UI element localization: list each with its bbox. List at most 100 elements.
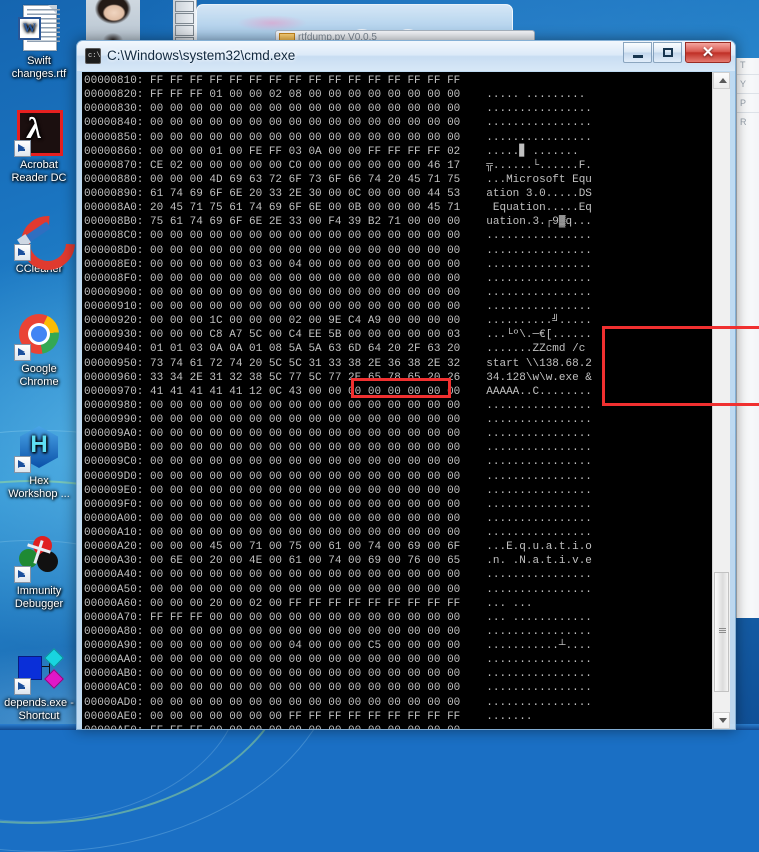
- hexdump-row: 00000AF0: FF FF FF 00 00 00 00 00 00 00 …: [84, 724, 712, 729]
- desktop-icon-acrobat-reader-dc[interactable]: λ Acrobat Reader DC: [0, 108, 78, 184]
- desktop-icon-hex-workshop[interactable]: H Hex Workshop ...: [0, 424, 78, 500]
- hexdump-row: 000008F0: 00 00 00 00 00 00 00 00 00 00 …: [84, 272, 712, 286]
- hexdump-offset: 000008D0:: [84, 244, 151, 257]
- hexdump-ascii: ................: [486, 625, 592, 638]
- hexdump-offset: 00000860:: [84, 145, 151, 158]
- cmd-window[interactable]: c:\ C:\Windows\system32\cmd.exe ✕ 000008…: [76, 40, 759, 730]
- hexdump-bytes: 00 00 00 00 00 00 00 00 00 00 00 00 00 0…: [150, 527, 461, 539]
- chrome-icon: [14, 312, 63, 361]
- hexdump-bytes: 00 00 00 45 00 71 00 75 00 61 00 74 00 6…: [150, 541, 461, 554]
- hexdump-offset: 00000AE0:: [84, 710, 151, 723]
- hexdump-offset: 000009A0:: [84, 428, 151, 441]
- hexdump-row: 00000A70: FF FF FF 00 00 00 00 00 00 00 …: [84, 611, 712, 625]
- hexdump-offset: 000008A0:: [84, 202, 151, 215]
- hexdump-ascii: ................: [486, 456, 592, 469]
- console-scrollbar[interactable]: [712, 72, 730, 729]
- hexdump-ascii: ................: [486, 286, 592, 299]
- hexdump-row: 00000890: 61 74 69 6F 6E 20 33 2E 30 00 …: [84, 187, 712, 201]
- hexdump-bytes: FF FF FF 00 00 00 00 00 00 00 00 00 00 0…: [150, 611, 461, 624]
- hexdump-bytes: 00 00 00 00 00 00 00 00 00 00 00 00 00 0…: [150, 230, 461, 243]
- hexdump-bytes: 00 00 00 00 00 00 00 00 00 00 00 00 00 0…: [150, 470, 461, 483]
- hexdump-offset: 000008B0:: [84, 216, 151, 229]
- hexdump-bytes: 00 00 00 00 00 00 00 00 00 00 00 00 00 0…: [150, 668, 461, 681]
- hexdump-bytes: 00 00 00 00 00 00 00 00 00 00 00 00 00 0…: [150, 286, 461, 299]
- hexdump-row: 00000AA0: 00 00 00 00 00 00 00 00 00 00 …: [84, 653, 712, 667]
- hexdump-bytes: 00 00 00 C8 A7 5C 00 C4 EE 5B 00 00 00 0…: [150, 329, 461, 342]
- hexdump-row: 00000A60: 00 00 00 20 00 02 00 FF FF FF …: [84, 597, 712, 611]
- desktop-icon-google-chrome[interactable]: Google Chrome: [0, 312, 78, 388]
- hexdump-row: 00000830: 00 00 00 00 00 00 00 00 00 00 …: [84, 102, 712, 116]
- hexdump-bytes: 00 00 00 4D 69 63 72 6F 73 6F 66 74 20 4…: [150, 173, 461, 186]
- hexdump-ascii: ................: [486, 103, 592, 116]
- desktop-icon-depends-exe[interactable]: depends.exe - Shortcut: [0, 646, 78, 722]
- hexdump-ascii: .n. .N.a.t.i.v.e: [486, 555, 592, 568]
- hexdump-row: 00000910: 00 00 00 00 00 00 00 00 00 00 …: [84, 300, 712, 314]
- hexdump-ascii: ................: [486, 414, 592, 426]
- hexdump-bytes: FF FF FF 00 00 00 00 00 00 00 00 00 00 0…: [150, 725, 460, 729]
- hexdump-ascii: ...E.q.u.a.t.i.o: [486, 541, 592, 554]
- cmd-window-title: C:\Windows\system32\cmd.exe: [107, 48, 296, 63]
- shortcut-overlay-icon: [14, 140, 31, 157]
- hexdump-offset: 00000A20:: [84, 541, 151, 554]
- shortcut-overlay-icon: [14, 456, 31, 473]
- hexdump-ascii: ................: [486, 131, 592, 144]
- hexdump-row: 00000950: 73 74 61 72 74 20 5C 5C 31 33 …: [84, 357, 712, 371]
- desktop-icon-swift-changes-rtf[interactable]: W Swift changes.rtf: [0, 4, 78, 80]
- maximize-button[interactable]: [653, 42, 682, 63]
- hexdump-row: 00000810: FF FF FF FF FF FF FF FF FF FF …: [84, 74, 712, 88]
- hexdump-bytes: 00 00 00 00 00 00 00 00 00 00 00 00 00 0…: [150, 244, 461, 257]
- chevron-up-icon: [719, 78, 727, 83]
- hexdump-offset: 00000970:: [84, 385, 151, 398]
- hexdump-row: 00000AE0: 00 00 00 00 00 00 00 FF FF FF …: [84, 710, 712, 724]
- hexdump-bytes: 00 00 00 00 00 00 00 00 00 00 00 00 00 0…: [150, 654, 461, 667]
- hexdump-bytes: 00 00 00 00 00 00 00 00 00 00 00 00 00 0…: [150, 484, 461, 497]
- hexdump-row: 00000860: 00 00 00 01 00 FE FF 03 0A 00 …: [84, 145, 712, 159]
- hexdump-bytes: 75 61 74 69 6F 6E 2E 33 00 F4 39 B2 71 0…: [150, 216, 461, 229]
- hexdump-row: 00000870: CE 02 00 00 00 00 00 C0 00 00 …: [84, 159, 712, 173]
- hexdump-row: 000008C0: 00 00 00 00 00 00 00 00 00 00 …: [84, 229, 712, 243]
- hexdump-ascii: ................: [486, 442, 592, 455]
- shortcut-overlay-icon: [14, 344, 31, 361]
- desktop-icon-ccleaner[interactable]: CCleaner: [0, 204, 87, 282]
- ccleaner-icon: [9, 204, 87, 282]
- scroll-down-button[interactable]: [713, 712, 730, 729]
- hexdump-offset: 00000950:: [84, 357, 151, 370]
- hexdump-offset: 00000880:: [84, 173, 151, 186]
- scroll-up-button[interactable]: [713, 72, 730, 89]
- scrollbar-thumb[interactable]: [714, 572, 729, 692]
- hexdump-offset: 00000A30:: [84, 555, 151, 568]
- cmd-titlebar[interactable]: c:\ C:\Windows\system32\cmd.exe ✕: [77, 41, 735, 71]
- hexdump-ascii: Equation.....Eq: [486, 202, 592, 215]
- desktop-icon-label: Google Chrome: [19, 363, 59, 388]
- hexdump-ascii: ...Microsoft Equ: [486, 173, 592, 186]
- hexdump-offset: 00000990:: [84, 414, 151, 426]
- hexdump-bytes: 00 00 00 00 00 00 00 00 00 00 00 00 00 0…: [150, 103, 461, 116]
- hexdump-offset: 00000980:: [84, 399, 151, 412]
- hexdump-ascii: ... ............: [486, 725, 592, 729]
- hexdump-bytes: 00 00 00 00 00 00 00 00 00 00 00 00 00 0…: [150, 399, 461, 412]
- hexdump-offset: 00000920:: [84, 315, 151, 328]
- hexdump-ascii: start \\138.68.2: [486, 357, 592, 370]
- background-right-panel: T Y P R: [736, 58, 759, 618]
- hexdump-offset: 00000890:: [84, 188, 151, 200]
- hexdump-bytes: 33 34 2E 31 32 38 5C 77 5C 77 2E 65 78 6…: [150, 371, 461, 384]
- hexdump-offset: 000009F0:: [84, 498, 151, 511]
- hexdump-offset: 00000A50:: [84, 583, 151, 596]
- hexdump-bytes: 00 00 00 1C 00 00 00 02 00 9E C4 A9 00 0…: [150, 315, 461, 328]
- hexdump-row: 00000A90: 00 00 00 00 00 00 00 04 00 00 …: [84, 639, 712, 653]
- hexdump-row: 00000A40: 00 00 00 00 00 00 00 00 00 00 …: [84, 568, 712, 582]
- hexdump-ascii: AAAAA..C........: [486, 385, 592, 398]
- hexdump-row: 00000A20: 00 00 00 45 00 71 00 75 00 61 …: [84, 540, 712, 554]
- desktop-icon-immunity-debugger[interactable]: Immunity Debugger: [0, 534, 78, 610]
- hexdump-bytes: 00 00 00 00 00 00 00 00 00 00 00 00 00 0…: [150, 625, 461, 638]
- minimize-button[interactable]: [623, 42, 652, 63]
- hexdump-bytes: 61 74 69 6F 6E 20 33 2E 30 00 0C 00 00 0…: [150, 188, 461, 200]
- close-button[interactable]: ✕: [685, 42, 731, 63]
- console-area: 00000810: FF FF FF FF FF FF FF FF FF FF …: [82, 72, 730, 729]
- hexdump-offset: 00000A90:: [84, 640, 151, 652]
- hexdump-row: 000009D0: 00 00 00 00 00 00 00 00 00 00 …: [84, 470, 712, 484]
- hexdump-row: 00000A50: 00 00 00 00 00 00 00 00 00 00 …: [84, 583, 712, 597]
- background-portrait-image: [86, 0, 140, 40]
- hexdump-offset: 00000840:: [84, 117, 151, 130]
- hexdump-offset: 00000820:: [84, 89, 151, 102]
